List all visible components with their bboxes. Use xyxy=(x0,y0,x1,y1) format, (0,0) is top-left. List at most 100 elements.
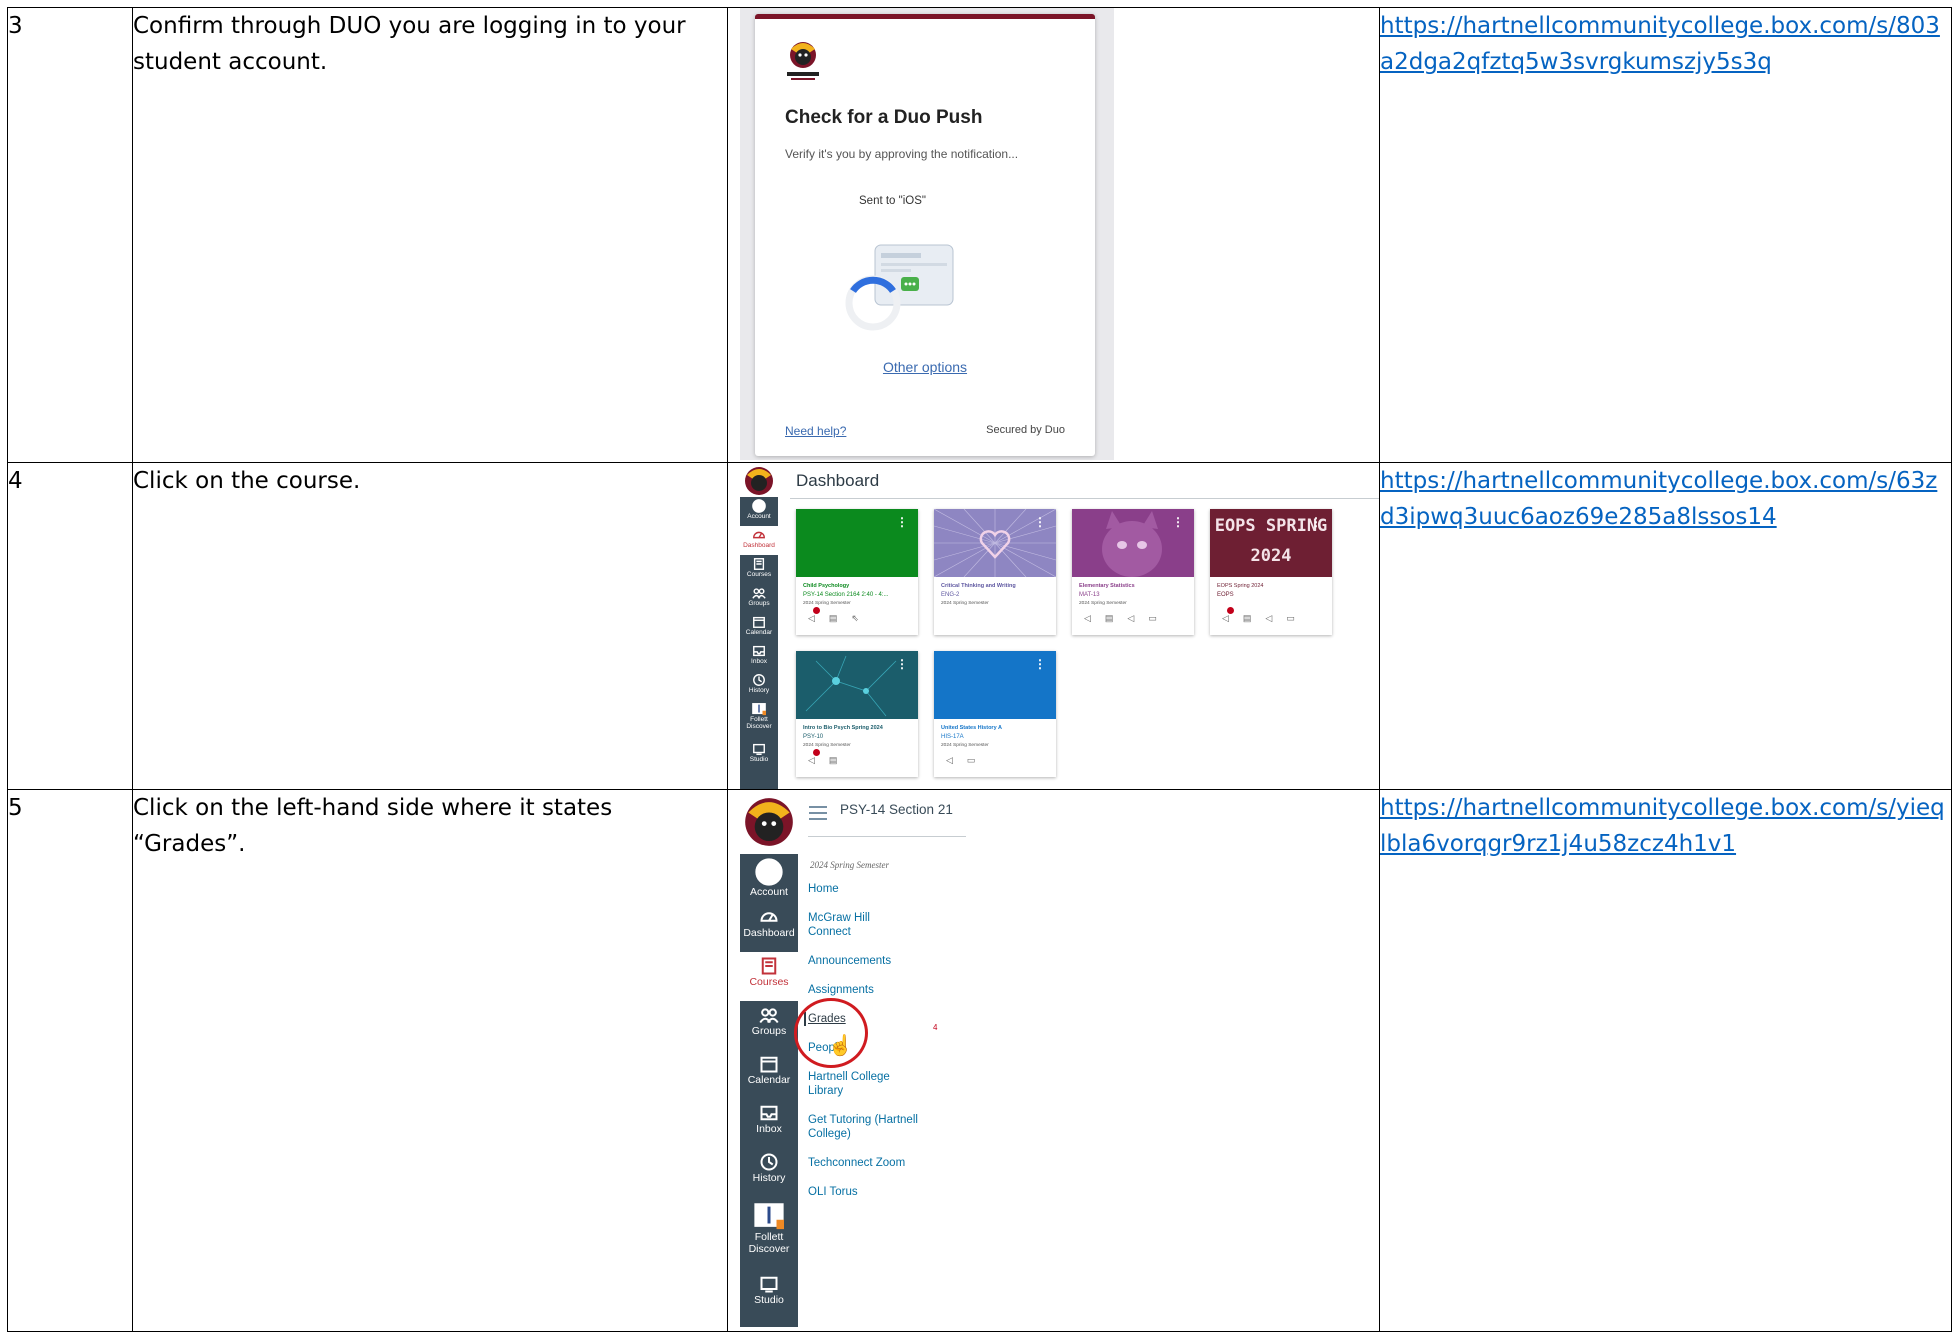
dashboard-icon xyxy=(753,531,765,539)
nav-label: Dashboard xyxy=(743,927,795,939)
hamburger-menu-icon[interactable] xyxy=(808,806,828,820)
dashboard-title: Dashboard xyxy=(796,471,880,490)
duo-title: Check for a Duo Push xyxy=(785,107,983,128)
kebab-menu-icon[interactable]: ⋮ xyxy=(896,515,908,529)
kebab-menu-icon[interactable]: ⋮ xyxy=(896,657,908,671)
step-row-5: 5 Click on the left-hand side where it s… xyxy=(7,789,1952,1332)
inbox-icon xyxy=(753,645,765,657)
kebab-menu-icon[interactable]: ⋮ xyxy=(1034,515,1046,529)
course-card[interactable]: ⋮ Child Psychology PSY-14 Section 2164 2… xyxy=(796,509,918,635)
course-card[interactable]: ⋮ Intro to Bio Psych Spring 2024 PSY-10 … xyxy=(796,651,918,777)
global-nav: Account Dashboard Courses Groups Calenda… xyxy=(740,854,798,1327)
follett-book-icon xyxy=(754,1203,784,1230)
course-card[interactable]: EOPS SPRING 2024 ⋮ EOPS Spring 2024 EOPS… xyxy=(1210,509,1332,635)
course-nav-techconnect-zoom[interactable]: Techconnect Zoom xyxy=(808,1156,958,1170)
card-actions-icon[interactable]: ◁▤ xyxy=(808,755,851,766)
nav-studio[interactable]: Studio xyxy=(740,740,778,769)
nav-courses[interactable]: Courses xyxy=(740,555,778,584)
nav-label: Calendar xyxy=(745,629,773,636)
divider xyxy=(790,498,1379,499)
nav-account[interactable]: Account xyxy=(740,497,778,526)
step-number: 3 xyxy=(7,7,133,463)
nav-label: Courses xyxy=(749,976,789,988)
nav-inbox[interactable]: Inbox xyxy=(740,1099,798,1148)
hartnell-logo-icon xyxy=(787,42,819,80)
nav-label: Follett Discover xyxy=(748,1231,790,1255)
steps-table: 3 Confirm through DUO you are logging in… xyxy=(7,7,1952,1332)
card-actions-icon[interactable]: ◁▤◁▭ xyxy=(1222,613,1309,624)
course-card[interactable]: ⋮ Elementary Statistics MAT-13 2024 Spri… xyxy=(1072,509,1194,635)
kebab-menu-icon[interactable]: ⋮ xyxy=(1310,515,1322,529)
kebab-menu-icon[interactable]: ⋮ xyxy=(1034,657,1046,671)
nav-label: Calendar xyxy=(747,1074,791,1086)
nav-label: History xyxy=(752,1172,786,1184)
nav-label: Follett Discover xyxy=(746,716,772,730)
card-term: 2024 Spring Semester xyxy=(941,743,989,748)
history-clock-icon xyxy=(753,674,765,686)
nav-calendar[interactable]: Calendar xyxy=(740,613,778,642)
step-instruction: Click on the course. xyxy=(132,462,728,790)
nav-label: Account xyxy=(750,886,788,898)
course-nav-tutoring[interactable]: Get Tutoring (Hartnell College) xyxy=(808,1113,918,1141)
step-row-4: 4 Click on the course. Account Dashboard xyxy=(7,462,1952,790)
card-code: MAT-13 xyxy=(1079,592,1100,598)
nav-groups[interactable]: Groups xyxy=(740,1001,798,1050)
step-screenshot-course: Account Dashboard Courses Groups Calenda… xyxy=(727,789,1380,1332)
duo-screenshot: Check for a Duo Push Verify it's you by … xyxy=(740,8,1114,460)
nav-label: Studio xyxy=(754,1294,784,1306)
nav-courses[interactable]: Courses xyxy=(740,952,798,1001)
nav-calendar[interactable]: Calendar xyxy=(740,1050,798,1099)
card-code: PSY-14 Section 2164 2:40 - 4:... xyxy=(803,592,889,598)
nav-inbox[interactable]: Inbox xyxy=(740,642,778,671)
course-nav-mcgraw-hill[interactable]: McGraw Hill Connect xyxy=(808,911,888,939)
pointer-hand-icon: ☝ xyxy=(828,1035,853,1057)
card-code: PSY-10 xyxy=(803,734,824,740)
grades-count-badge: 4 xyxy=(933,1023,938,1032)
follett-book-icon xyxy=(752,703,766,716)
hartnell-logo-icon xyxy=(745,798,793,846)
card-code: HIS-17A xyxy=(941,734,964,740)
card-actions-icon[interactable]: ◁▭ xyxy=(946,755,989,766)
nav-groups[interactable]: Groups xyxy=(740,584,778,613)
secured-by-duo: Secured by Duo xyxy=(986,424,1065,436)
studio-icon xyxy=(760,1276,778,1293)
card-actions-icon[interactable]: ◁▤⇖ xyxy=(808,613,873,624)
nav-follett-discover[interactable]: Follett Discover xyxy=(740,700,778,740)
nav-dashboard[interactable]: Dashboard xyxy=(740,526,778,555)
nav-studio[interactable]: Studio xyxy=(740,1270,798,1319)
duo-sent-to: Sent to "iOS" xyxy=(859,195,926,207)
course-term: 2024 Spring Semester xyxy=(810,860,889,870)
course-nav-home[interactable]: Home xyxy=(808,882,958,896)
account-avatar-icon xyxy=(752,499,766,513)
step-instruction: Confirm through DUO you are logging in t… xyxy=(132,7,728,463)
global-nav: Account Dashboard Courses Groups Calenda… xyxy=(740,497,778,789)
box-link[interactable]: https://hartnellcommunitycollege.box.com… xyxy=(1381,468,1938,530)
step-number: 4 xyxy=(7,462,133,790)
nav-label: Inbox xyxy=(756,1123,782,1135)
card-actions-icon[interactable]: ◁▤◁▭ xyxy=(1084,613,1171,624)
dashboard-icon xyxy=(760,912,778,922)
groups-icon xyxy=(752,588,766,599)
course-nav-oli-torus[interactable]: OLI Torus xyxy=(808,1185,958,1199)
course-nav-announcements[interactable]: Announcements xyxy=(808,954,958,968)
box-link[interactable]: https://hartnellcommunitycollege.box.com… xyxy=(1381,795,1945,857)
kebab-menu-icon[interactable]: ⋮ xyxy=(1172,515,1184,529)
courses-icon xyxy=(753,558,765,570)
other-options-link[interactable]: Other options xyxy=(755,359,1095,375)
nav-dashboard[interactable]: Dashboard xyxy=(740,903,798,952)
nav-history[interactable]: History xyxy=(740,1148,798,1197)
card-term: 2024 Spring Semester xyxy=(1079,601,1127,606)
course-card[interactable]: ⋮ Critical Thinking and Writing ENG-2 20… xyxy=(934,509,1056,635)
card-title: Elementary Statistics xyxy=(1079,583,1135,589)
step-screenshot-duo: Check for a Duo Push Verify it's you by … xyxy=(727,7,1380,463)
course-nav-assignments[interactable]: Assignments xyxy=(808,983,958,997)
course-card[interactable]: ⋮ United States History A HIS-17A 2024 S… xyxy=(934,651,1056,777)
nav-account[interactable]: Account xyxy=(740,854,798,903)
box-link[interactable]: https://hartnellcommunitycollege.box.com… xyxy=(1381,13,1940,75)
course-nav-library[interactable]: Hartnell College Library xyxy=(808,1070,908,1098)
nav-follett-discover[interactable]: Follett Discover xyxy=(740,1197,798,1270)
nav-history[interactable]: History xyxy=(740,671,778,700)
nav-label: Inbox xyxy=(751,658,767,665)
need-help-link[interactable]: Need help? xyxy=(785,424,846,438)
inbox-icon xyxy=(760,1105,778,1121)
